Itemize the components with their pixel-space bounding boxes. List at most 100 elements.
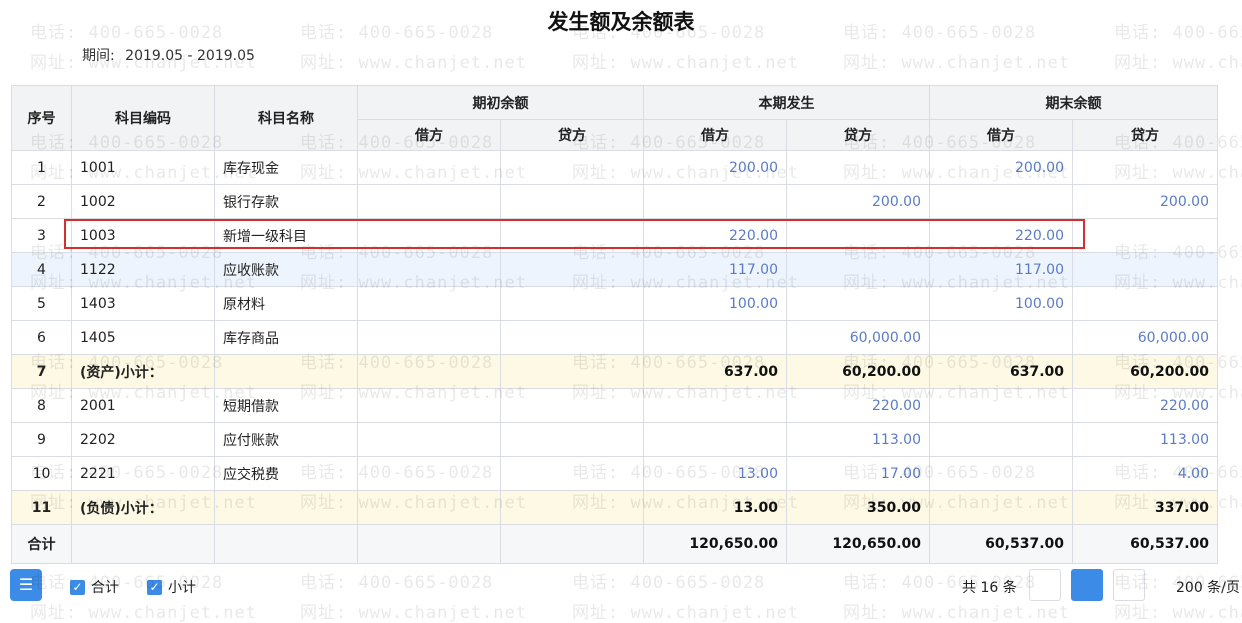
period-info: 期间: 2019.05 - 2019.05 <box>82 45 261 65</box>
row-name: 短期借款 <box>214 388 358 423</box>
table-row[interactable]: 1 1001 库存现金 200.00 200.00 <box>11 150 1218 185</box>
row-closing-credit: 113.00 <box>1072 422 1218 457</box>
table-row[interactable]: 6 1405 库存商品 60,000.00 60,000.00 <box>11 320 1218 355</box>
record-count: 共 16 条 <box>962 580 1017 596</box>
row-seq: 8 <box>11 388 72 423</box>
row-name: 应交税费 <box>214 456 358 491</box>
row-opening-credit <box>500 150 644 185</box>
row-closing-debit <box>929 184 1073 219</box>
row-closing-credit <box>1072 150 1218 185</box>
row-closing-credit <box>1072 218 1218 253</box>
row-closing-debit: 100.00 <box>929 286 1073 321</box>
period-value: 2019.05 - 2019.05 <box>125 48 255 64</box>
row-current-debit: 100.00 <box>643 286 787 321</box>
row-closing-credit: 337.00 <box>1072 490 1218 525</box>
row-name: 库存现金 <box>214 150 358 185</box>
row-code: (资产)小计： <box>71 354 215 389</box>
period-label: 期间: <box>82 48 115 64</box>
row-opening-debit <box>357 150 501 185</box>
header-closing-debit[interactable]: 借方 <box>929 119 1073 151</box>
page-size-select[interactable]: 200 条/页 <box>1176 577 1240 597</box>
row-opening-credit <box>500 286 644 321</box>
row-current-debit <box>643 422 787 457</box>
header-closing: 期末余额 <box>929 85 1218 120</box>
row-closing-debit <box>929 490 1073 525</box>
row-seq: 3 <box>11 218 72 253</box>
row-current-credit <box>786 150 930 185</box>
table-row[interactable]: 4 1122 应收账款 117.00 117.00 <box>11 252 1218 287</box>
row-opening-debit <box>357 422 501 457</box>
table-row[interactable]: 8 2001 短期借款 220.00 220.00 <box>11 388 1218 423</box>
row-current-debit: 637.00 <box>643 354 787 389</box>
checkbox-checked-icon: ✓ <box>70 579 85 595</box>
row-opening-debit <box>357 354 501 389</box>
header-seq[interactable]: 序号 <box>11 85 72 151</box>
row-current-credit: 350.00 <box>786 490 930 525</box>
row-closing-debit <box>929 422 1073 457</box>
checkbox-checked-icon: ✓ <box>147 579 162 595</box>
header-closing-credit[interactable]: 贷方 <box>1072 119 1218 151</box>
row-name: 应收账款 <box>214 252 358 287</box>
row-current-credit: 200.00 <box>786 184 930 219</box>
header-opening-credit[interactable]: 贷方 <box>500 119 644 151</box>
row-current-debit: 13.00 <box>643 456 787 491</box>
row-current-credit: 60,000.00 <box>786 320 930 355</box>
table-cell <box>214 524 358 564</box>
row-code: 2221 <box>71 456 215 491</box>
subtotal-row[interactable]: 7 (资产)小计： 637.00 60,200.00 637.00 60,200.00 <box>11 354 1218 389</box>
column-settings-icon[interactable]: ☰ <box>10 569 42 601</box>
row-opening-debit <box>357 252 501 287</box>
row-current-debit <box>643 320 787 355</box>
total-label: 合计 <box>11 524 72 564</box>
row-opening-credit <box>500 252 644 287</box>
table-row[interactable]: 2 1002 银行存款 200.00 200.00 <box>11 184 1218 219</box>
table-row[interactable]: 5 1403 原材料 100.00 100.00 <box>11 286 1218 321</box>
header-opening-debit[interactable]: 借方 <box>357 119 501 151</box>
row-current-debit: 117.00 <box>643 252 787 287</box>
row-opening-debit <box>357 286 501 321</box>
header-current: 本期发生 <box>643 85 930 120</box>
row-current-debit: 13.00 <box>643 490 787 525</box>
header-code[interactable]: 科目编码 <box>71 85 215 151</box>
table-row[interactable]: 9 2202 应付账款 113.00 113.00 <box>11 422 1218 457</box>
row-opening-debit <box>357 490 501 525</box>
current-page-button[interactable] <box>1071 569 1103 601</box>
row-opening-debit <box>357 456 501 491</box>
row-current-credit: 60,200.00 <box>786 354 930 389</box>
row-name: 应付账款 <box>214 422 358 457</box>
subtotal-row[interactable]: 11 (负债)小计： 13.00 350.00 337.00 <box>11 490 1218 525</box>
header-name[interactable]: 科目名称 <box>214 85 358 151</box>
row-opening-credit <box>500 456 644 491</box>
header-current-debit[interactable]: 借方 <box>643 119 787 151</box>
next-page-button[interactable] <box>1113 569 1145 601</box>
table-footer: ☰ ✓ 合计 ✓ 小计 共 16 条 200 条/页 <box>0 565 1242 609</box>
header-current-credit[interactable]: 贷方 <box>786 119 930 151</box>
table-row[interactable]: 10 2221 应交税费 13.00 17.00 4.00 <box>11 456 1218 491</box>
row-opening-debit <box>357 184 501 219</box>
row-closing-credit: 200.00 <box>1072 184 1218 219</box>
row-code: 1002 <box>71 184 215 219</box>
row-seq: 2 <box>11 184 72 219</box>
prev-page-button[interactable] <box>1029 569 1061 601</box>
row-opening-credit <box>500 354 644 389</box>
row-closing-credit <box>1072 252 1218 287</box>
total-row: 合计 120,650.00 120,650.00 60,537.00 60,53… <box>11 524 1218 564</box>
row-current-debit <box>643 388 787 423</box>
row-closing-credit: 60,200.00 <box>1072 354 1218 389</box>
row-name: 银行存款 <box>214 184 358 219</box>
table-cell <box>357 524 501 564</box>
balance-table: 序号 科目编码 科目名称 期初余额 本期发生 期末余额 借方 贷方 借方 贷方 … <box>11 85 1218 564</box>
row-name: 原材料 <box>214 286 358 321</box>
row-opening-credit <box>500 320 644 355</box>
row-seq: 9 <box>11 422 72 457</box>
row-seq: 1 <box>11 150 72 185</box>
row-closing-debit <box>929 456 1073 491</box>
total-checkbox[interactable]: ✓ 合计 <box>70 577 119 597</box>
row-current-credit: 220.00 <box>786 388 930 423</box>
subtotal-checkbox[interactable]: ✓ 小计 <box>147 577 196 597</box>
row-seq: 6 <box>11 320 72 355</box>
row-closing-debit: 200.00 <box>929 150 1073 185</box>
watermark-site: 网址: www.chanjet.net <box>300 53 527 73</box>
watermark-site: 网址: www.chanjet.net <box>1114 53 1242 73</box>
row-closing-credit: 4.00 <box>1072 456 1218 491</box>
